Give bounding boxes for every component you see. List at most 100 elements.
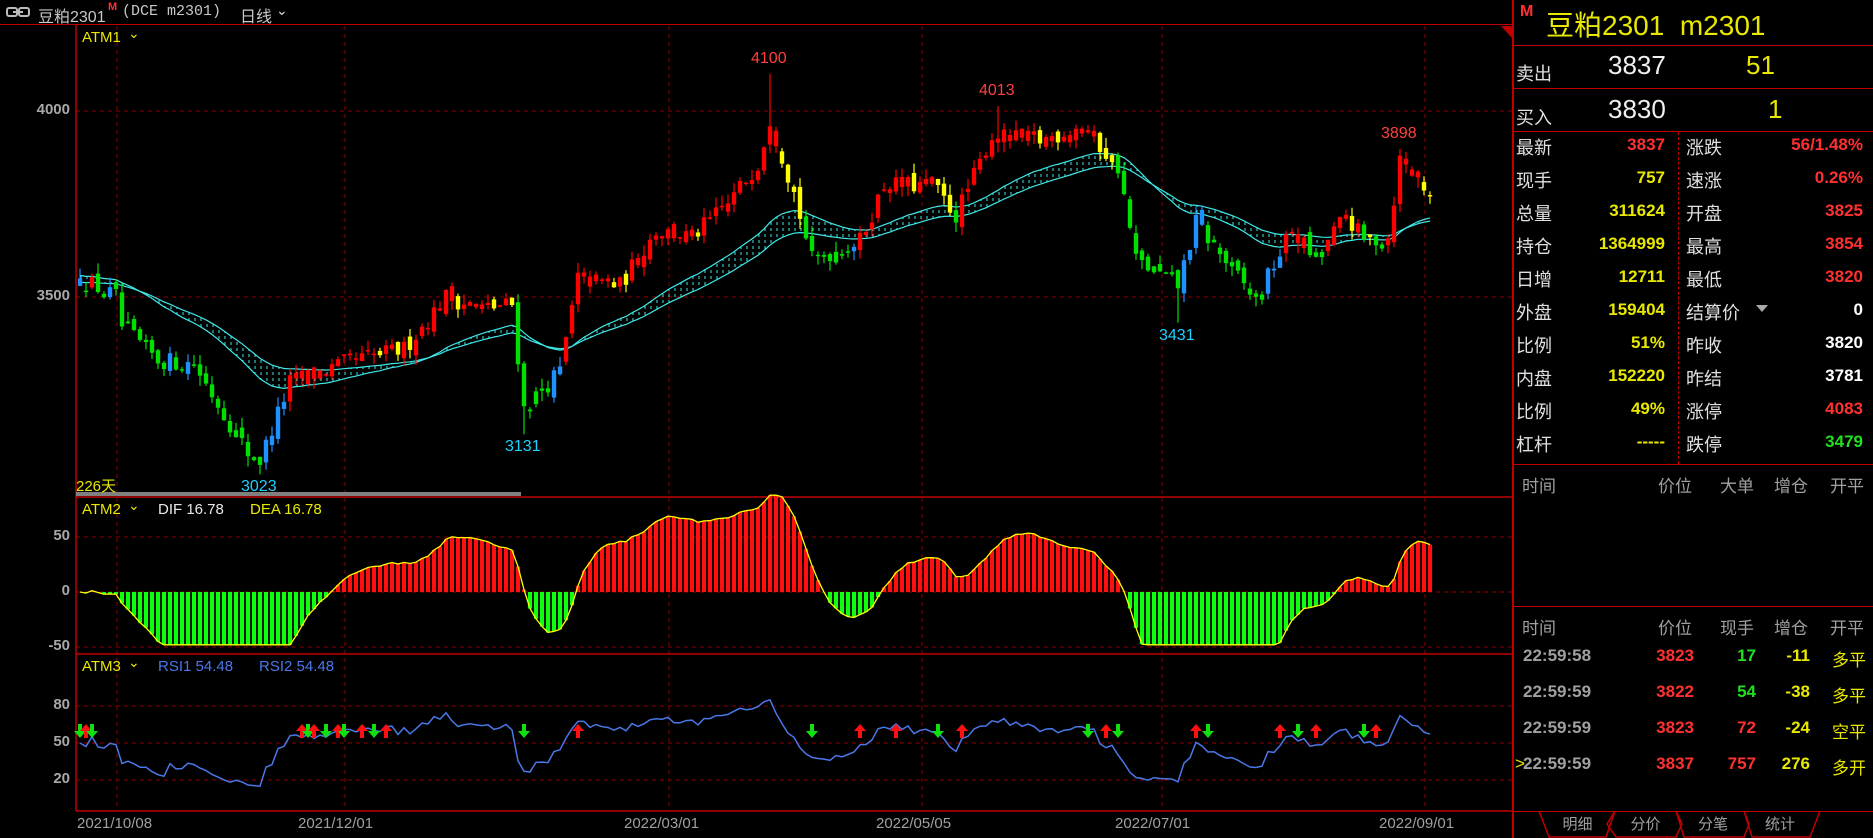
bid-volume: 1 xyxy=(1768,94,1783,124)
quote-value: 4083 xyxy=(1825,399,1863,418)
quote-value: 0 xyxy=(1853,300,1863,319)
candle-body xyxy=(221,408,227,421)
candle-body xyxy=(737,181,743,193)
chevron-down-icon[interactable]: ⌄ xyxy=(128,497,140,514)
candle-body xyxy=(365,349,371,352)
period-selector[interactable]: 日线 xyxy=(240,3,272,27)
tick-row[interactable]: 22:59:59 3823 72 -24 空平 xyxy=(1514,718,1873,748)
candle-body xyxy=(1127,199,1133,228)
quote-value: 49% xyxy=(1630,399,1665,418)
candle-body xyxy=(809,236,815,251)
candle-body xyxy=(407,336,413,350)
candle-body xyxy=(707,217,713,219)
quote-value: 3820 xyxy=(1825,333,1863,352)
candle-body xyxy=(1175,270,1181,289)
candle-body xyxy=(539,388,545,391)
candle-body xyxy=(1379,244,1385,249)
quote-label: 昨收 xyxy=(1686,336,1722,356)
candle-body xyxy=(731,192,737,205)
candle-body xyxy=(245,441,251,457)
candle-body xyxy=(893,177,899,192)
candle-body xyxy=(1031,131,1037,135)
candle-body xyxy=(665,229,671,239)
ask-price: 3837 xyxy=(1608,50,1666,80)
candle-body xyxy=(149,339,155,353)
candle-body xyxy=(527,409,533,412)
candle-body xyxy=(1193,214,1199,248)
quote-value: 0.26% xyxy=(1814,168,1863,187)
instrument-code: (DCE m2301) xyxy=(122,3,222,20)
link-icon[interactable] xyxy=(6,5,30,17)
tick-type: 多开 xyxy=(1832,759,1866,778)
signal-arrow-up-icon xyxy=(1310,724,1322,738)
tab-1[interactable]: 分价 xyxy=(1615,812,1676,838)
horizontal-scrollbar[interactable] xyxy=(76,492,521,496)
instrument-name: 豆粕2301 xyxy=(38,9,106,26)
candle-body xyxy=(1025,130,1031,141)
dropdown-triangle-icon[interactable] xyxy=(1756,305,1768,312)
candle-body xyxy=(959,194,965,228)
candle-body xyxy=(923,179,929,185)
tick-price: 3822 xyxy=(1656,682,1694,701)
candle-body xyxy=(869,222,875,230)
candle-body xyxy=(1085,130,1091,133)
chevron-down-icon[interactable]: ⌄ xyxy=(128,25,140,42)
tick-row[interactable]: 22:59:58 3823 17 -11 多平 xyxy=(1514,646,1873,676)
chevron-down-icon[interactable]: ⌄ xyxy=(276,2,288,19)
candle-body xyxy=(791,186,797,193)
quote-label: 涨停 xyxy=(1686,402,1722,422)
candle-body xyxy=(1097,132,1103,152)
atm1-indicator[interactable]: ATM1 xyxy=(82,29,121,46)
candle-body xyxy=(587,276,593,287)
date-axis-label: 2022/07/01 xyxy=(1115,815,1191,832)
candle-body xyxy=(377,350,383,356)
signal-arrow-down-icon xyxy=(1112,724,1124,738)
ask-label: 卖出 xyxy=(1516,64,1552,84)
candle-body xyxy=(815,254,821,257)
candle-body xyxy=(719,205,725,208)
candle-body xyxy=(1265,268,1271,294)
tab-0[interactable]: 明细 xyxy=(1549,812,1606,838)
atm2-indicator[interactable]: ATM2 xyxy=(82,501,121,518)
macd-axis-label: 50 xyxy=(53,527,70,544)
candle-body xyxy=(1373,236,1379,246)
tick-type: 空平 xyxy=(1832,723,1866,742)
candle-body xyxy=(1247,288,1253,295)
candle-body xyxy=(1037,130,1043,144)
candle-body xyxy=(1271,268,1277,271)
candle-body xyxy=(1199,209,1205,225)
candle-body xyxy=(713,207,719,217)
candle-body xyxy=(821,254,827,257)
extreme-price-label: 3023 xyxy=(241,478,277,496)
quote-value: 1364999 xyxy=(1598,234,1665,253)
rsi-line xyxy=(79,698,1431,788)
candle-body xyxy=(299,370,305,379)
column-header: 价位 xyxy=(1658,619,1692,638)
atm1-band-fill xyxy=(80,153,1430,389)
chevron-down-icon[interactable]: ⌄ xyxy=(128,654,140,671)
quote-value: 3854 xyxy=(1825,234,1863,253)
tab-2[interactable]: 分笔 xyxy=(1682,812,1744,838)
quote-label: 最低 xyxy=(1686,270,1722,290)
tick-row[interactable]: >22:59:59 3837 757 276 多开 xyxy=(1514,754,1873,784)
candle-body xyxy=(953,210,959,223)
candle-body xyxy=(287,375,293,402)
candle-body xyxy=(1385,238,1391,246)
quote-label: 昨结 xyxy=(1686,369,1722,389)
candle-body xyxy=(1295,234,1301,244)
extreme-price-label: 3898 xyxy=(1381,124,1417,142)
candle-body xyxy=(161,362,167,370)
candle-body xyxy=(1391,205,1397,243)
atm1-band-upper xyxy=(79,152,1431,390)
atm3-indicator[interactable]: ATM3 xyxy=(82,658,121,675)
candle-body xyxy=(689,229,695,237)
candle-body xyxy=(905,177,911,187)
candle-body xyxy=(1181,260,1187,294)
tick-row[interactable]: 22:59:59 3822 54 -38 多平 xyxy=(1514,682,1873,712)
tab-3[interactable]: 统计 xyxy=(1750,812,1810,838)
column-header: 时间 xyxy=(1522,619,1556,638)
quote-label: 比例 xyxy=(1516,402,1552,422)
quote-label: 现手 xyxy=(1516,171,1552,191)
quote-value: 757 xyxy=(1636,168,1665,187)
candle-body xyxy=(323,374,329,376)
